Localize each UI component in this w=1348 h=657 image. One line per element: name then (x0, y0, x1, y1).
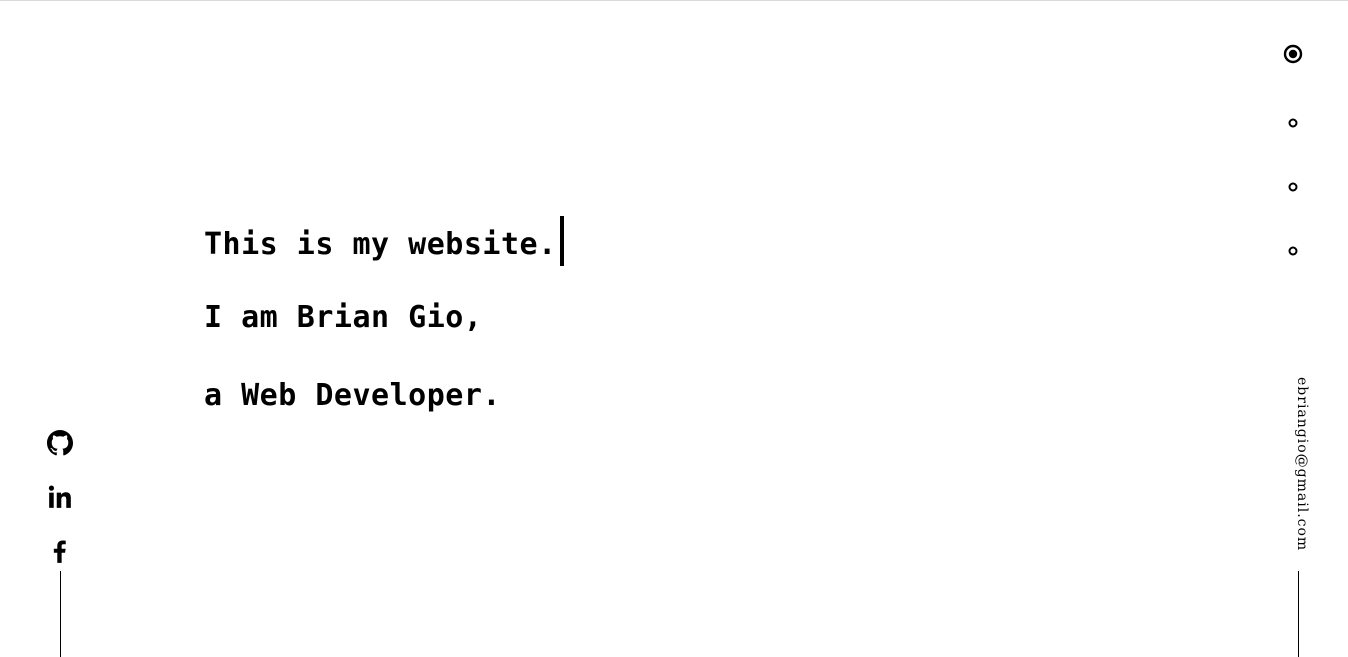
hero-line-2: I am Brian Gio, (204, 300, 483, 335)
section-nav-dot-3[interactable] (1278, 171, 1308, 235)
dot-icon (1288, 182, 1298, 192)
github-link[interactable] (38, 416, 82, 470)
facebook-link[interactable] (38, 524, 82, 578)
section-nav (1278, 43, 1308, 299)
hero-line-3: a Web Developer. (204, 378, 501, 413)
hero-line-1-text: This is my website. (204, 227, 557, 262)
email-divider-line (1298, 571, 1299, 657)
linkedin-icon (48, 485, 71, 508)
dot-icon (1288, 118, 1298, 128)
typing-cursor (559, 216, 564, 266)
section-nav-dot-4[interactable] (1278, 235, 1308, 299)
social-links (38, 416, 82, 578)
email-link[interactable]: ebriangio@gmail.com (1286, 377, 1310, 551)
section-nav-dot-2[interactable] (1278, 107, 1308, 171)
linkedin-link[interactable] (38, 470, 82, 524)
dot-icon (1288, 246, 1298, 256)
hero-text: This is my website. I am Brian Gio, a We… (204, 216, 564, 450)
social-divider-line (60, 571, 61, 657)
github-icon (47, 430, 73, 456)
section-nav-dot-1-active[interactable] (1278, 43, 1308, 107)
active-dot-icon (1283, 44, 1303, 64)
hero-line-1: This is my website. (204, 216, 564, 294)
facebook-icon (53, 540, 66, 563)
